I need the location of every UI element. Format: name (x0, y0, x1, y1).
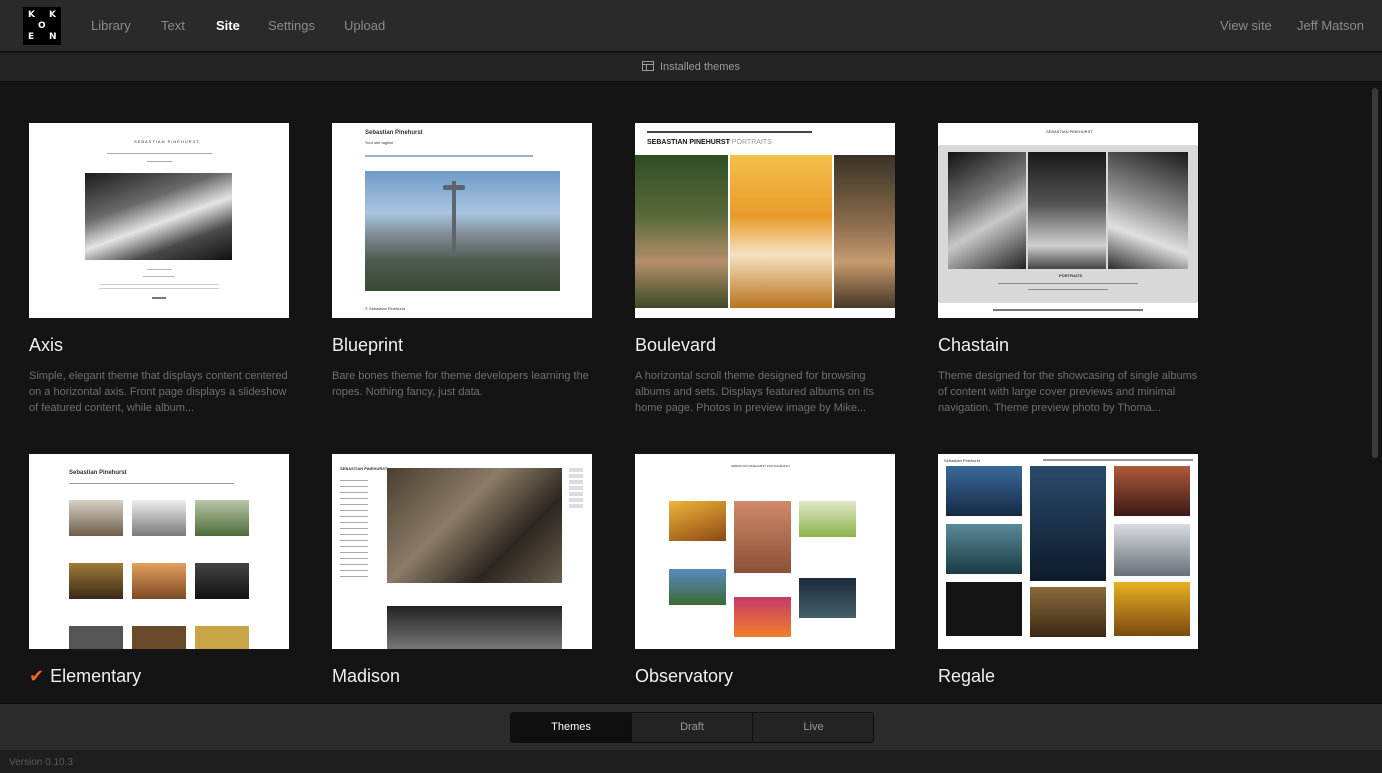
bottom-toolbar: Themes Draft Live (0, 703, 1382, 750)
logo-letter: N (49, 32, 57, 42)
koken-logo[interactable]: K K O E N (23, 7, 61, 45)
nav-settings[interactable]: Settings (268, 18, 315, 33)
theme-name-text: Elementary (50, 666, 142, 686)
theme-name[interactable]: Madison (332, 666, 400, 687)
theme-preview-axis[interactable]: SEBASTIAN PINEHURST (29, 123, 289, 318)
preview-site-name: Sebastian Pinehurst (944, 458, 980, 463)
theme-name[interactable]: Regale (938, 666, 995, 687)
theme-preview-observatory[interactable]: SEBASTIAN PINEHURST PHOTOGRAPHY (635, 454, 895, 649)
theme-preview-madison[interactable]: SEBASTIAN PINEHURST (332, 454, 592, 649)
theme-preview-elementary[interactable]: Sebastian Pinehurst (29, 454, 289, 649)
theme-description: Bare bones theme for theme developers le… (332, 370, 589, 398)
tab-themes[interactable]: Themes (511, 713, 632, 742)
preview-site-name: SEBASTIAN PINEHURST (647, 139, 730, 146)
mountain-photo (85, 173, 232, 260)
portrait-photo (730, 155, 832, 308)
logo-letter: E (28, 32, 35, 42)
logo-letter: K (49, 10, 56, 20)
nav-library[interactable]: Library (91, 18, 131, 33)
version-label: Version 0.10.3 (9, 757, 73, 768)
preview-caption: PORTRAITS (1059, 273, 1083, 278)
installed-themes-label: Installed themes (659, 61, 741, 73)
preview-site-name: SEBASTIAN PINEHURST (134, 139, 200, 144)
preview-site-name: Sebastian Pinehurst (69, 470, 127, 476)
nav-upload[interactable]: Upload (344, 18, 385, 33)
table-icon (641, 61, 654, 71)
section-header: Installed themes (0, 53, 1382, 82)
top-navigation-bar: K K O E N Library Text Site Settings Upl… (0, 0, 1382, 52)
theme-preview-blueprint[interactable]: Sebastian Pinehurst Your site tagline © … (332, 123, 592, 318)
theme-name[interactable]: Chastain (938, 335, 1009, 356)
user-menu[interactable]: Jeff Matson (1297, 18, 1364, 33)
view-site-link[interactable]: View site (1220, 18, 1272, 33)
preview-section: / PORTRAITS (728, 139, 772, 146)
theme-description: Theme designed for the showcasing of sin… (938, 370, 1198, 414)
footer: Version 0.10.3 (0, 750, 1382, 773)
scrollbar[interactable] (1372, 88, 1378, 458)
building-photo (387, 468, 562, 583)
theme-name[interactable]: Axis (29, 335, 63, 356)
logo-letter: O (38, 21, 46, 31)
theme-preview-chastain[interactable]: SEBASTIAN PINEHURST PORTRAITS (938, 123, 1198, 318)
theme-description: A horizontal scroll theme designed for b… (635, 370, 875, 414)
mode-switcher: Themes Draft Live (510, 712, 874, 743)
theme-name[interactable]: Blueprint (332, 335, 403, 356)
portrait-photo (635, 155, 728, 308)
portrait-photo (834, 155, 895, 308)
theme-name[interactable]: Boulevard (635, 335, 716, 356)
theme-preview-boulevard[interactable]: SEBASTIAN PINEHURST / PORTRAITS (635, 123, 895, 318)
preview-site-name: SEBASTIAN PINEHURST (340, 466, 388, 471)
portrait-photo (1108, 152, 1188, 269)
theme-description: Simple, elegant theme that displays cont… (29, 370, 288, 414)
portrait-photo (948, 152, 1026, 269)
theme-name[interactable]: ✔ Elementary (29, 666, 141, 687)
tab-live[interactable]: Live (753, 713, 873, 742)
preview-site-name: SEBASTIAN PINEHURST PHOTOGRAPHY (731, 464, 791, 468)
preview-footer: © Sebastian Pinehurst (365, 306, 405, 311)
theme-preview-regale[interactable]: Sebastian Pinehurst (938, 454, 1198, 649)
nav-site[interactable]: Site (216, 18, 240, 33)
nav-text[interactable]: Text (161, 18, 185, 33)
preview-tagline: Your site tagline (365, 140, 394, 145)
tab-draft[interactable]: Draft (632, 713, 753, 742)
preview-site-name: SEBASTIAN PINEHURST (1046, 129, 1093, 134)
preview-site-name: Sebastian Pinehurst (365, 130, 423, 136)
portrait-photo (1028, 152, 1106, 269)
checkmark-icon: ✔ (29, 666, 45, 686)
theme-name[interactable]: Observatory (635, 666, 733, 687)
logo-letter: K (28, 10, 35, 20)
themes-grid: SEBASTIAN PINEHURST Axis Simple, elegant… (0, 83, 1382, 703)
